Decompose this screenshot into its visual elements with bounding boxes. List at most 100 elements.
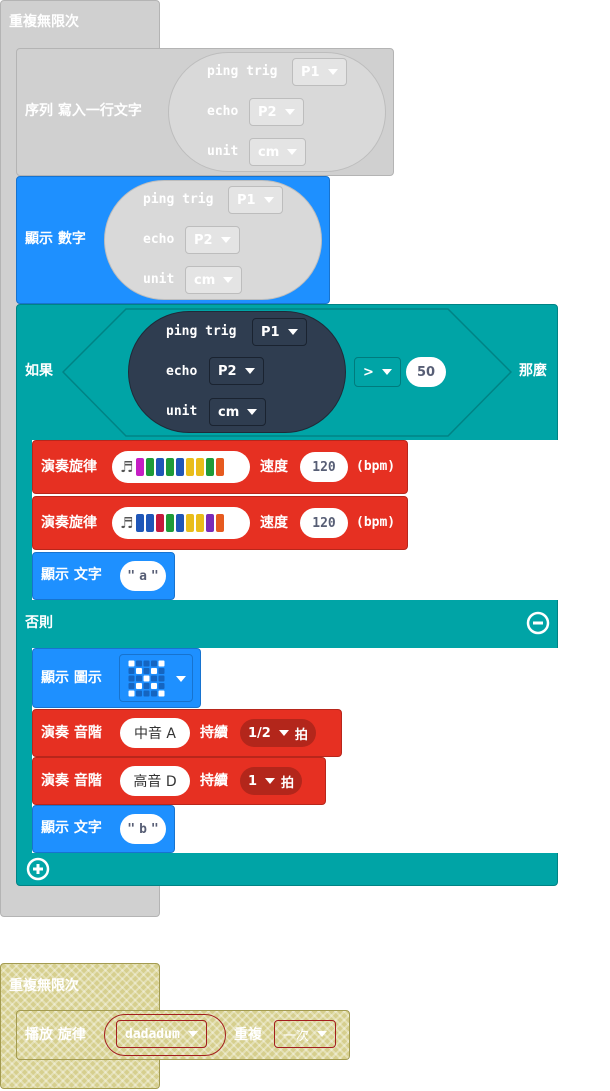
trig-pin-dropdown[interactable]: P1 [228, 186, 283, 214]
play-melody-label: 播放 旋律 [25, 1027, 86, 1043]
melody-note [166, 458, 175, 476]
tempo-input[interactable]: 120 [300, 508, 348, 538]
repeat-label: 重複 [234, 1027, 262, 1043]
ping-trig-label: ping trig [143, 192, 214, 207]
beat-dropdown[interactable]: 1/2 拍 [240, 719, 316, 747]
led-cell [143, 675, 150, 682]
trig-pin-dropdown[interactable]: P1 [252, 318, 307, 346]
melody-note [186, 458, 195, 476]
tempo-label: 速度 [260, 515, 288, 531]
led-cell [151, 683, 157, 689]
led-cell [158, 683, 165, 689]
melody-note [156, 514, 165, 532]
led-cell [136, 668, 142, 674]
melody-editor[interactable]: ♬ [112, 507, 250, 539]
quote-open: " [127, 821, 136, 837]
echo-pin-dropdown[interactable]: P2 [249, 98, 304, 126]
led-cell [128, 660, 135, 667]
unit-dropdown[interactable]: cm [185, 266, 243, 294]
beat-dropdown[interactable]: 1拍 [240, 767, 303, 795]
forever-label: 重複無限次 [9, 978, 79, 994]
melody-note [196, 514, 205, 532]
led-cell [128, 683, 135, 689]
add-else-if-icon[interactable] [26, 857, 50, 881]
led-cell [151, 690, 157, 697]
bpm-label: (bpm) [356, 459, 396, 474]
led-cell [158, 668, 165, 674]
melody-note [176, 458, 185, 476]
melody-note [216, 458, 225, 476]
play-tone-label: 演奏 音階 [41, 725, 102, 741]
echo-label: echo [166, 364, 198, 379]
melody-note [186, 514, 195, 532]
led-cell [136, 675, 142, 682]
string-input[interactable]: " a " [120, 561, 166, 591]
echo-label: echo [143, 232, 175, 247]
play-melody-label: 演奏旋律 [41, 515, 97, 531]
melody-note [216, 514, 225, 532]
led-cell [143, 668, 150, 674]
show-number-label: 顯示 數字 [25, 231, 86, 247]
note-input[interactable]: 中音 A [120, 718, 190, 748]
operator-dropdown[interactable]: > [354, 357, 401, 387]
remove-else-icon[interactable] [526, 611, 550, 635]
bpm-label: (bpm) [356, 515, 396, 530]
ping-trig-label: ping trig [166, 324, 237, 339]
echo-pin-dropdown[interactable]: P2 [209, 357, 264, 385]
chevron-down-icon [176, 676, 186, 682]
unit-dropdown[interactable]: cm [209, 398, 267, 426]
led-cell [136, 683, 142, 689]
led-cell [143, 660, 150, 667]
melody-note [206, 458, 215, 476]
melody-notes [136, 514, 225, 532]
else-label: 否則 [25, 615, 53, 631]
unit-dropdown[interactable]: cm [249, 138, 307, 166]
ping-trig-label: ping trig [207, 64, 278, 79]
unit-label: unit [166, 404, 198, 419]
forever-label: 重複無限次 [9, 14, 79, 30]
echo-pin-dropdown[interactable]: P2 [185, 226, 240, 254]
led-cell [158, 660, 165, 667]
unit-label: unit [207, 144, 239, 159]
quote-close: " [150, 821, 159, 837]
melody-note [146, 458, 155, 476]
melody-note [146, 514, 155, 532]
show-icon-label: 顯示 圖示 [41, 670, 102, 686]
melody-editor[interactable]: ♬ [112, 451, 250, 483]
tempo-label: 速度 [260, 459, 288, 475]
melody-note [176, 514, 185, 532]
led-cell [128, 675, 135, 682]
echo-label: echo [207, 104, 239, 119]
serial-write-line-label: 序列 寫入一行文字 [25, 103, 142, 119]
music-note-icon: ♬ [120, 458, 134, 476]
repeat-dropdown[interactable]: 一次 [274, 1020, 337, 1048]
led-cell [143, 690, 150, 697]
led-cell [143, 683, 150, 689]
melody-note [206, 514, 215, 532]
led-cell [136, 690, 142, 697]
melody-notes [136, 458, 225, 476]
icon-dropdown[interactable] [119, 654, 193, 702]
led-cell [151, 660, 157, 667]
x-icon [128, 660, 165, 697]
melody-note [136, 514, 145, 532]
tempo-input[interactable]: 120 [300, 452, 348, 482]
show-string-label: 顯示 文字 [41, 820, 102, 836]
play-melody-label: 演奏旋律 [41, 459, 97, 475]
led-cell [128, 690, 135, 697]
compare-value-input[interactable]: 50 [406, 357, 446, 387]
melody-note [166, 514, 175, 532]
string-input[interactable]: " b " [120, 814, 166, 844]
if-label: 如果 [25, 363, 53, 379]
melody-note [156, 458, 165, 476]
melody-dropdown[interactable]: dadadum [116, 1020, 207, 1048]
duration-label: 持續 [200, 725, 228, 741]
then-label: 那麼 [519, 363, 547, 379]
note-input[interactable]: 高音 D [120, 766, 190, 796]
quote-close: " [150, 568, 159, 584]
unit-label: unit [143, 272, 175, 287]
show-string-label: 顯示 文字 [41, 567, 102, 583]
led-cell [158, 675, 165, 682]
led-cell [151, 675, 157, 682]
trig-pin-dropdown[interactable]: P1 [292, 58, 347, 86]
